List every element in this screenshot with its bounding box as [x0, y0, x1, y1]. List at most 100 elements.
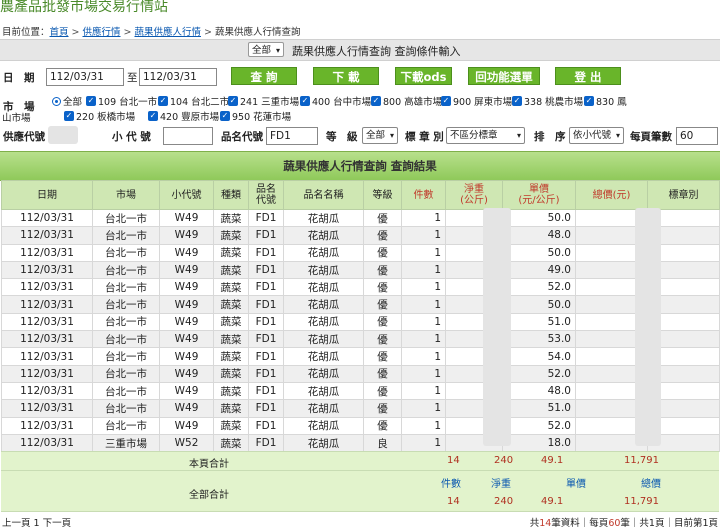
- table-cell: 蔬菜: [213, 416, 249, 435]
- sub-code-input[interactable]: [163, 127, 213, 145]
- table-cell: FD1: [248, 226, 284, 245]
- download-ods-button[interactable]: 下載ods: [395, 67, 452, 85]
- chevron-down-icon: ▾: [275, 46, 280, 55]
- table-cell: 優: [363, 312, 402, 332]
- table-cell: 112/03/31: [1, 433, 93, 453]
- table-row: 112/03/31 台北一市 W49 蔬菜 FD1 花胡瓜優 1 50.0: [1, 208, 720, 228]
- market-checkbox[interactable]: ✓ 400 台中市場: [300, 94, 371, 108]
- page-size-input[interactable]: 60: [676, 127, 718, 145]
- breadcrumb-link-veg-supplier[interactable]: 蔬果供應人行情: [134, 27, 201, 38]
- market-all-radio[interactable]: 全部: [52, 94, 82, 108]
- redacted-total-price: [635, 208, 661, 446]
- pagination-nav[interactable]: 上一頁 1 下一頁: [2, 515, 71, 529]
- table-cell: 優: [363, 330, 402, 349]
- breadcrumb-link-supply[interactable]: 供應行情: [83, 27, 121, 38]
- table-cell: 112/03/31: [1, 295, 93, 314]
- checkbox-checked-icon: ✓: [441, 96, 451, 106]
- header-date: 日期: [1, 180, 93, 210]
- mark-type-select[interactable]: 不區分標章 ▾: [446, 127, 525, 144]
- table-cell: 1: [401, 433, 446, 453]
- total-records-count: 14: [539, 518, 552, 529]
- table-row: 112/03/31 台北一市 W49 蔬菜 FD1 花胡瓜優 1 54.0: [1, 347, 720, 366]
- table-row: 112/03/31 台北一市 W49 蔬菜 FD1 花胡瓜優 1 52.0: [1, 416, 720, 435]
- market-checkbox[interactable]: ✓ 104 台北二市: [158, 94, 229, 108]
- checkbox-checked-icon: ✓: [220, 111, 230, 121]
- query-button[interactable]: 查 詢: [231, 67, 297, 85]
- download-button[interactable]: 下 載: [313, 67, 379, 85]
- checkbox-checked-icon: ✓: [512, 96, 522, 106]
- market-checkbox[interactable]: ✓ 220 板橋市場: [64, 109, 135, 123]
- table-cell: 優: [363, 381, 402, 401]
- product-code-input[interactable]: FD1: [266, 127, 318, 145]
- table-cell: 112/03/31: [1, 208, 93, 228]
- table-cell: 台北一市: [92, 260, 160, 280]
- grand-total-total-header: 總價: [641, 479, 661, 490]
- table-cell: FD1: [248, 330, 284, 349]
- checkbox-checked-icon: ✓: [148, 111, 158, 121]
- breadcrumb-separator: >: [71, 27, 80, 38]
- table-cell: W52: [159, 433, 214, 453]
- logout-button[interactable]: 登 出: [555, 67, 621, 85]
- table-cell: 優: [363, 295, 402, 314]
- table-cell: W49: [159, 208, 214, 228]
- table-cell: 台北一市: [92, 226, 160, 245]
- table-cell: 112/03/31: [1, 347, 93, 366]
- header-total-price: 總價(元): [575, 180, 648, 210]
- table-row: 112/03/31 三重市場 W52 蔬菜 FD1 花胡瓜良 1 18.0: [1, 433, 720, 453]
- radio-icon: [52, 96, 61, 106]
- table-cell: 蔬菜: [213, 312, 249, 332]
- table-cell: 1: [401, 295, 446, 314]
- checkbox-checked-icon: ✓: [86, 96, 96, 106]
- market-checkbox[interactable]: ✓ 900 屏東市場: [441, 94, 512, 108]
- market-checkbox[interactable]: ✓ 420 豐原市場: [148, 109, 219, 123]
- table-cell: 112/03/31: [1, 381, 93, 401]
- table-cell: 花胡瓜: [283, 347, 364, 366]
- grand-total-label: 全部合計: [189, 490, 229, 501]
- breadcrumb-current: 蔬果供應人行情查詢: [214, 27, 301, 38]
- table-cell: 蔬菜: [213, 433, 249, 453]
- table-row: 112/03/31 台北一市 W49 蔬菜 FD1 花胡瓜優 1 52.0: [1, 278, 720, 297]
- table-cell: FD1: [248, 416, 284, 435]
- table-cell: 52.0: [502, 278, 576, 297]
- sort-select[interactable]: 依小代號 ▾: [569, 127, 624, 144]
- market-checkbox[interactable]: ✓ 338 桃農市場: [512, 94, 583, 108]
- query-condition-bar: 全部 ▾ 蔬果供應人行情查詢 查詢條件輸入: [0, 39, 720, 61]
- query-mode-select[interactable]: 全部 ▾: [248, 42, 284, 57]
- table-cell: 蔬菜: [213, 399, 249, 418]
- table-cell: 蔬菜: [213, 278, 249, 297]
- table-cell: 1: [401, 208, 446, 228]
- site-title: 農產品批發市場交易行情站: [0, 0, 168, 15]
- table-cell: W49: [159, 347, 214, 366]
- date-to-input[interactable]: 112/03/31: [139, 68, 217, 86]
- market-checkbox[interactable]: ✓ 241 三重市場: [228, 94, 299, 108]
- header-mark-type: 標章別: [647, 180, 720, 210]
- table-cell: 112/03/31: [1, 312, 93, 332]
- table-cell: W49: [159, 312, 214, 332]
- table-cell: 花胡瓜: [283, 243, 364, 262]
- market-checkbox[interactable]: ✓ 800 高雄市場: [371, 94, 442, 108]
- table-cell: 112/03/31: [1, 399, 93, 418]
- table-cell: FD1: [248, 295, 284, 314]
- table-cell: 台北一市: [92, 208, 160, 228]
- back-to-menu-button[interactable]: 回功能選單: [468, 67, 540, 85]
- table-cell: 52.0: [502, 364, 576, 383]
- table-cell: 台北一市: [92, 347, 160, 366]
- table-cell: 18.0: [502, 433, 576, 453]
- table-cell: 花胡瓜: [283, 278, 364, 297]
- date-from-input[interactable]: 112/03/31: [46, 68, 124, 86]
- market-checkbox[interactable]: ✓ 109 台北一市: [86, 94, 157, 108]
- table-cell: W49: [159, 399, 214, 418]
- table-cell: 1: [401, 416, 446, 435]
- supplier-code-input[interactable]: [48, 126, 78, 144]
- market-checkbox[interactable]: ✓ 830 鳳: [584, 94, 627, 108]
- table-cell: 花胡瓜: [283, 226, 364, 245]
- market-checkbox[interactable]: ✓ 950 花蓮市場: [220, 109, 291, 123]
- table-cell: 蔬菜: [213, 226, 249, 245]
- breadcrumb-link-home[interactable]: 首頁: [50, 27, 69, 38]
- table-cell: FD1: [248, 399, 284, 418]
- query-condition-title: 蔬果供應人行情查詢 查詢條件輸入: [292, 45, 461, 58]
- sort-label: 排 序: [534, 131, 566, 143]
- page-total-weight: 240: [494, 455, 514, 466]
- checkbox-checked-icon: ✓: [228, 96, 238, 106]
- grade-select[interactable]: 全部 ▾: [362, 127, 398, 144]
